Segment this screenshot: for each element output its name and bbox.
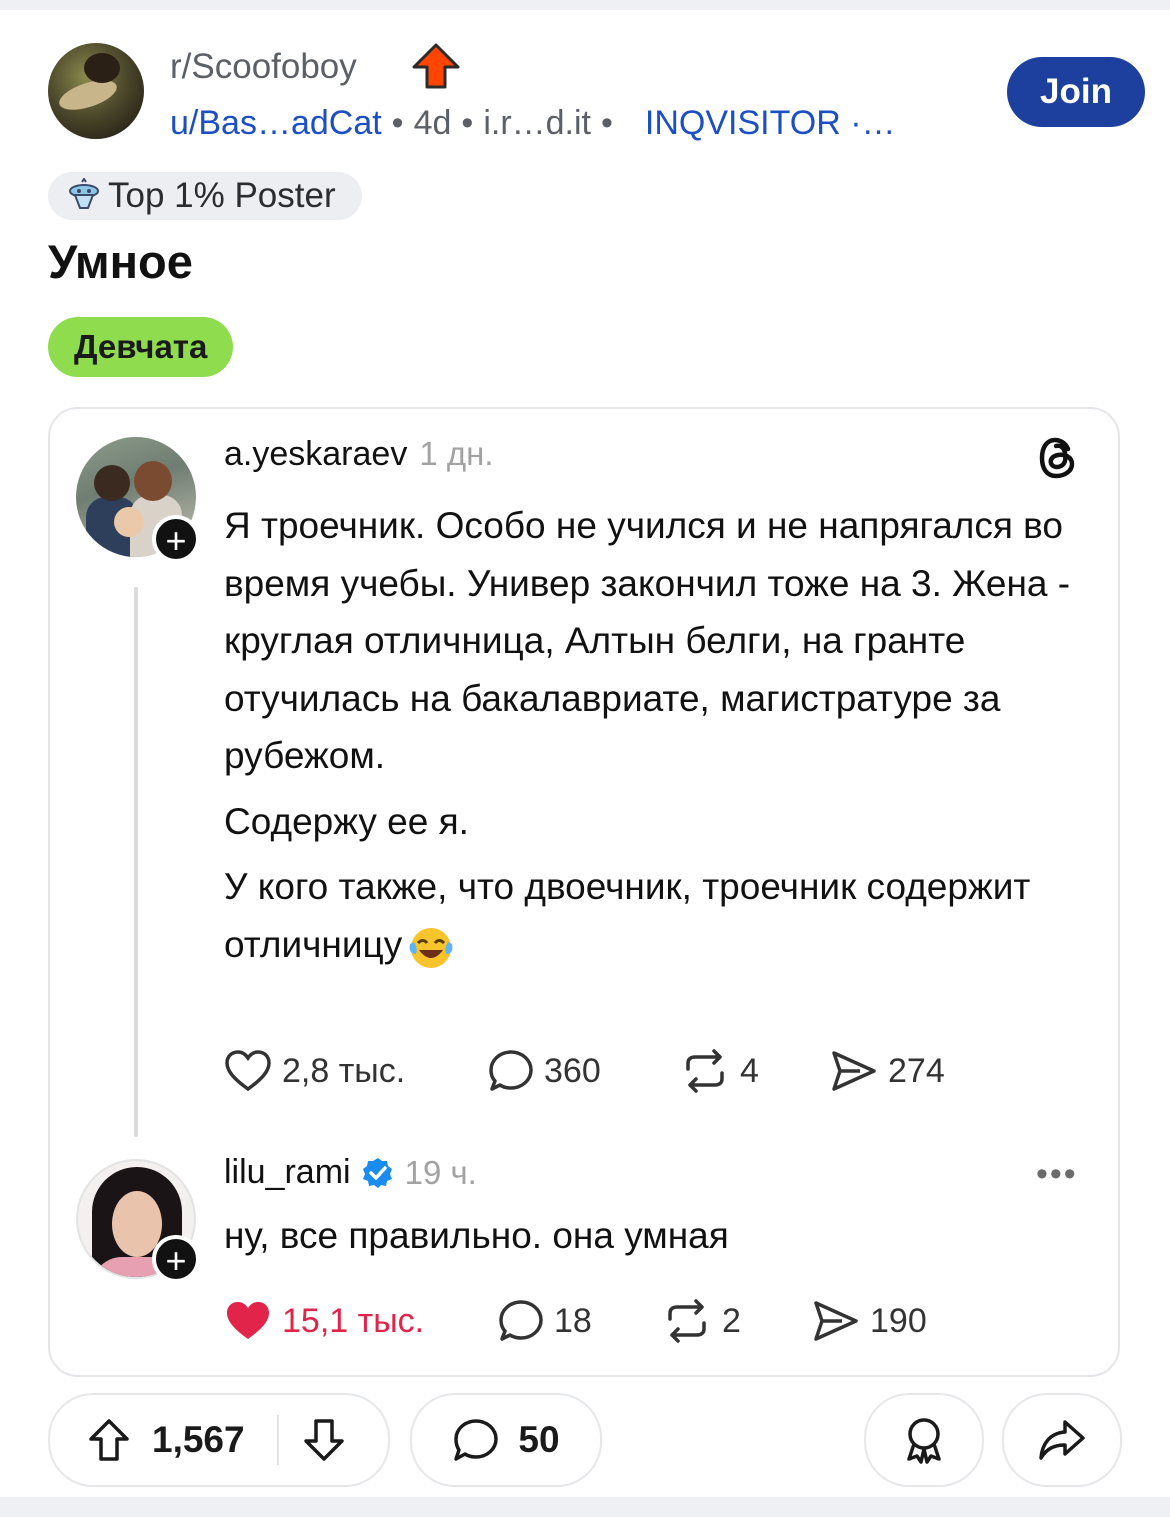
post1-shares: 274 xyxy=(888,1051,945,1090)
vote-separator xyxy=(276,1415,279,1465)
top-poster-badge: Top 1% Poster xyxy=(48,172,362,220)
threads-logo-icon xyxy=(1039,437,1075,479)
badge-label: Top 1% Poster xyxy=(108,176,336,215)
post2-reposts: 2 xyxy=(722,1301,741,1340)
follow-plus-icon: + xyxy=(152,515,200,563)
post1-time: 1 дн. xyxy=(419,435,494,472)
post2-shares: 190 xyxy=(870,1301,927,1340)
verified-icon xyxy=(362,1157,392,1188)
more-icon: ••• xyxy=(1036,1155,1078,1193)
post2-username: lilu_rami xyxy=(224,1153,351,1191)
post1-repost-stat[interactable]: 4 xyxy=(680,1049,759,1093)
post1-replies: 360 xyxy=(544,1051,601,1090)
thread-line xyxy=(134,587,138,1137)
post1-like-stat[interactable]: 2,8 тыс. xyxy=(224,1049,405,1093)
upvote-count: 1,567 xyxy=(152,1419,245,1460)
post1-paragraph-3: У кого также, что двоечник, троечник сод… xyxy=(224,858,1084,973)
post1-header: a.yeskaraev 1 дн. xyxy=(224,435,494,474)
laughing-emoji-icon xyxy=(409,927,453,968)
post-title[interactable]: Умное xyxy=(48,234,193,289)
post2-share-stat[interactable]: 190 xyxy=(812,1299,927,1343)
post1-body: Я троечник. Особо не учился и не напряга… xyxy=(224,497,1084,973)
author-link[interactable]: u/Bas…adCat xyxy=(170,104,382,142)
send-icon xyxy=(814,1301,858,1341)
post2-reply-stat[interactable]: 18 xyxy=(498,1299,592,1343)
bottom-divider xyxy=(0,1497,1170,1517)
reply-bubble-icon xyxy=(489,1050,533,1091)
upvote-arrow-icon xyxy=(412,43,460,89)
post2-body: ну, все правильно. она умная xyxy=(224,1215,729,1256)
share-icon xyxy=(1039,1420,1085,1460)
repost-icon xyxy=(668,1299,706,1343)
reply-bubble-icon xyxy=(499,1300,543,1341)
join-button[interactable]: Join xyxy=(1007,57,1145,127)
post2-time: 19 ч. xyxy=(404,1153,477,1191)
comment-count: 50 xyxy=(518,1419,560,1460)
post-age: 4d xyxy=(413,104,452,142)
heart-filled-icon xyxy=(227,1302,269,1339)
post1-username: a.yeskaraev xyxy=(224,435,408,473)
downvote-icon[interactable] xyxy=(301,1417,347,1463)
top-divider xyxy=(0,0,1170,10)
upvote-icon[interactable] xyxy=(86,1417,132,1463)
post1-paragraph-1: Я троечник. Особо не учился и не напряга… xyxy=(224,505,1071,776)
subreddit-avatar[interactable] xyxy=(48,43,144,139)
snoo-badge-icon xyxy=(69,178,99,209)
subreddit-name[interactable]: r/Scoofoboy xyxy=(170,47,357,87)
post1-share-stat[interactable]: 274 xyxy=(830,1049,945,1093)
vote-control: 1,567 xyxy=(48,1393,390,1487)
award-button[interactable] xyxy=(864,1393,984,1487)
post1-paragraph-3-text: У кого также, что двоечник, троечник сод… xyxy=(224,866,1031,965)
post1-reposts: 4 xyxy=(740,1051,759,1090)
post1-likes: 2,8 тыс. xyxy=(282,1051,406,1090)
share-button[interactable] xyxy=(1002,1393,1122,1487)
post2-header: lilu_rami 19 ч. xyxy=(224,1153,477,1192)
send-icon xyxy=(832,1051,876,1091)
post-image[interactable]: + a.yeskaraev 1 дн. Я троечник. Особо не… xyxy=(48,407,1120,1377)
reply-follow-plus-icon: + xyxy=(152,1235,200,1283)
post2-replies: 18 xyxy=(554,1301,592,1340)
post-meta: u/Bas…adCat • 4d • i.r…d.it • INQVISITOR ·… xyxy=(170,104,896,142)
user-flair: INQVISITOR ·… xyxy=(644,104,896,142)
heart-icon xyxy=(225,1050,271,1092)
post1-paragraph-2: Содержу ее я. xyxy=(224,800,469,842)
comment-icon xyxy=(454,1419,499,1461)
comment-button[interactable]: 50 xyxy=(410,1393,602,1487)
post2-likes: 15,1 тыс. xyxy=(282,1301,425,1340)
post-domain[interactable]: i.r…d.it xyxy=(483,104,591,142)
post2-like-stat[interactable]: 15,1 тыс. xyxy=(224,1299,424,1343)
post1-reply-stat[interactable]: 360 xyxy=(488,1049,601,1093)
award-icon xyxy=(907,1418,941,1464)
post-flair[interactable]: Девчата xyxy=(48,317,234,377)
post2-repost-stat[interactable]: 2 xyxy=(662,1299,741,1343)
repost-icon xyxy=(686,1049,724,1093)
